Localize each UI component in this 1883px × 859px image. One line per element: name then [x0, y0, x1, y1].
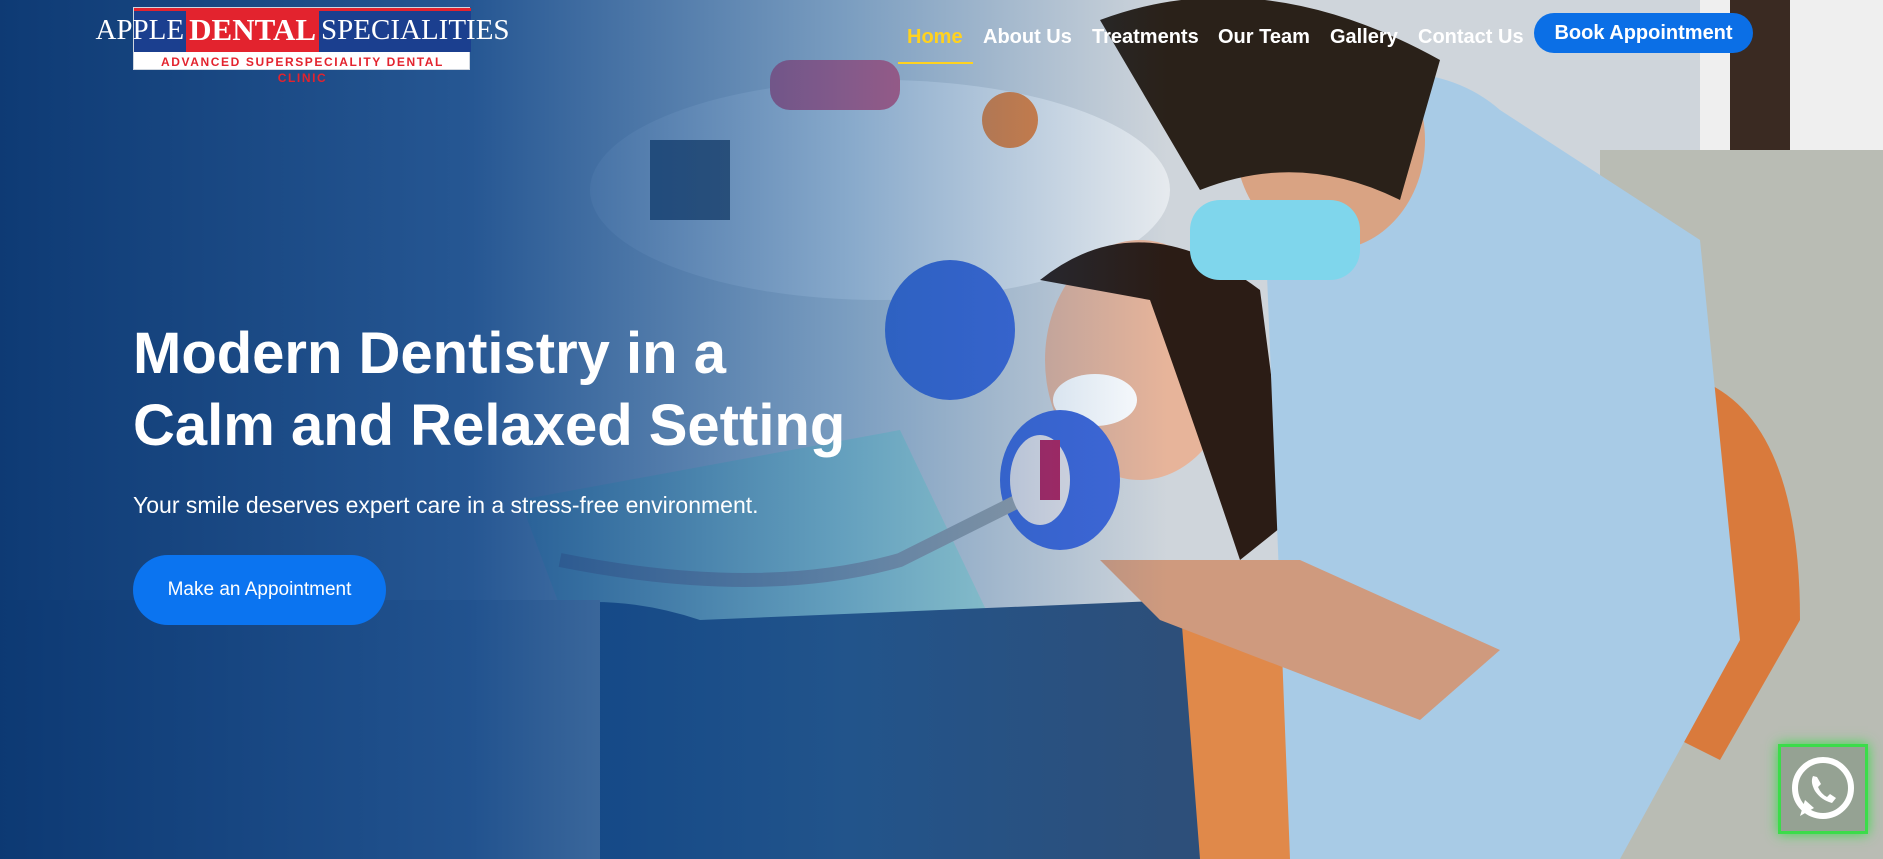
logo-tagline: ADVANCED SUPERSPECIALITY DENTAL CLINIC — [161, 55, 444, 85]
nav-about-us[interactable]: About Us — [983, 26, 1072, 49]
hero-subtitle: Your smile deserves expert care in a str… — [133, 492, 759, 518]
whatsapp-button[interactable] — [1778, 744, 1868, 834]
hero-headline-line-2: Calm and Relaxed Setting — [133, 393, 846, 458]
nav-treatments[interactable]: Treatments — [1092, 26, 1199, 49]
nav-gallery[interactable]: Gallery — [1330, 26, 1398, 49]
nav-contact-us[interactable]: Contact Us — [1418, 26, 1524, 49]
nav-active-indicator — [898, 62, 973, 64]
nav-home[interactable]: Home — [907, 26, 963, 49]
nav-our-team[interactable]: Our Team — [1218, 26, 1310, 49]
hero-headline-line-1: Modern Dentistry in a — [133, 321, 726, 386]
whatsapp-icon — [1792, 757, 1854, 819]
book-appointment-button[interactable]: Book Appointment — [1534, 13, 1753, 53]
make-appointment-button[interactable]: Make an Appointment — [133, 555, 386, 625]
hero-headline: Modern Dentistry in a Calm and Relaxed S… — [133, 318, 933, 462]
logo-accent-line — [134, 8, 471, 11]
